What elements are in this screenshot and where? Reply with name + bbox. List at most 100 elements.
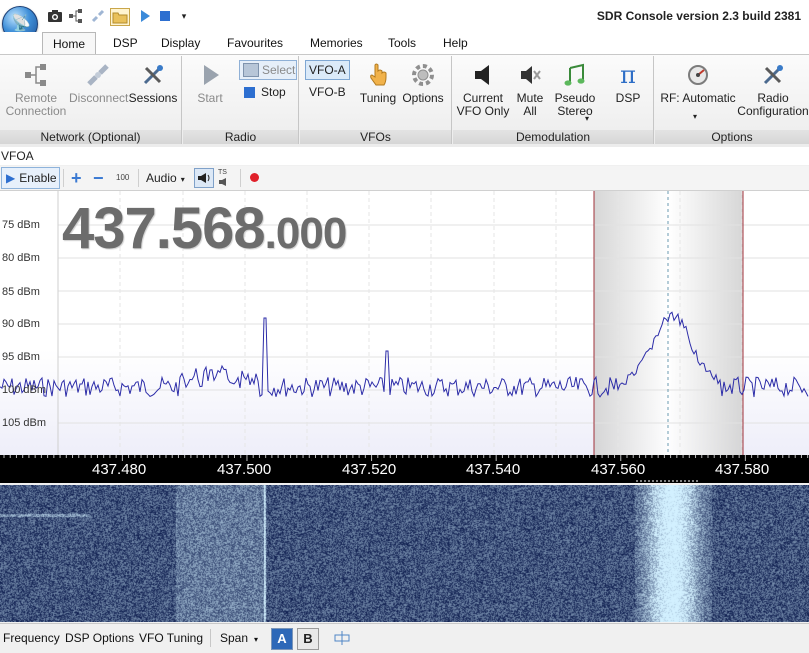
tuning-label: Tuning — [359, 91, 397, 105]
vfo-a-toggle[interactable]: A — [271, 628, 293, 650]
audio-label: Audio — [146, 171, 177, 185]
radio-configuration-button[interactable]: Radio Configuration — [737, 62, 809, 118]
vfo-b-button[interactable]: VFO-B — [306, 83, 349, 101]
ribbon-group-options: RF: Automatic ▾ Radio Configuration Opti… — [655, 56, 809, 144]
tab-memories[interactable]: Memories — [300, 32, 373, 54]
camera-icon[interactable] — [46, 8, 64, 24]
disconnect-icon[interactable] — [89, 8, 107, 24]
ribbon-group-radio: Start Select Stop Radio — [183, 56, 299, 144]
chevron-down-icon: ▾ — [254, 635, 259, 644]
tab-dsp[interactable]: DSP — [103, 32, 148, 54]
ts-label: TS — [218, 169, 227, 176]
rf-automatic-button[interactable]: RF: Automatic — [659, 62, 737, 105]
stop-square-icon — [244, 86, 255, 98]
dsp-label: DSP — [615, 91, 641, 105]
vfo-b-toggle[interactable]: B — [297, 628, 319, 650]
sessions-button[interactable]: Sessions — [128, 62, 178, 105]
speaker-muted-icon — [516, 62, 544, 88]
span-label: Span — [220, 631, 249, 645]
gauge-icon — [684, 62, 712, 88]
ruler-label: 437.500 — [217, 461, 272, 478]
ruler-label: 437.560 — [591, 461, 646, 478]
play-icon[interactable] — [136, 8, 154, 24]
dbm-label: 80 dBm — [2, 252, 40, 264]
select-button[interactable]: Select — [239, 60, 297, 80]
hand-pointer-icon — [364, 62, 392, 88]
dbm-label: 95 dBm — [2, 351, 40, 363]
waterfall-display[interactable] — [0, 485, 809, 622]
radio-configuration-label: Radio Configuration — [737, 91, 809, 118]
disconnect-button[interactable]: Disconnect — [69, 62, 129, 105]
tab-favourites[interactable]: Favourites — [217, 32, 293, 54]
network-icon[interactable] — [67, 8, 85, 24]
config-tools-icon — [759, 62, 787, 88]
span-dropdown[interactable]: Span ▾ — [220, 631, 258, 645]
toolbar-separator — [240, 169, 241, 187]
options-group-label: Options — [655, 130, 809, 144]
tab-home[interactable]: Home — [42, 32, 97, 55]
remote-connection-button[interactable]: Remote Connection — [4, 62, 68, 118]
ribbon-group-vfos: VFO-A VFO-B Tuning Options VFOs — [300, 56, 452, 144]
select-radio-icon — [243, 63, 259, 77]
start-play-icon — [196, 62, 224, 88]
sync-icon[interactable] — [333, 630, 351, 649]
window-title: SDR Console version 2.3 build 2381 — [596, 9, 801, 23]
network-group-label: Network (Optional) — [0, 130, 181, 144]
folder-icon[interactable] — [110, 8, 130, 26]
stop-label: Stop — [261, 85, 286, 99]
tab-display[interactable]: Display — [151, 32, 210, 54]
ts-speaker-icon[interactable]: TS — [218, 169, 232, 187]
vfos-group-label: VFOs — [300, 130, 451, 144]
dsp-options-tab[interactable]: DSP Options — [65, 631, 134, 645]
quick-access-dropdown-icon[interactable]: ▾ — [175, 8, 193, 24]
network-tree-icon — [22, 62, 50, 88]
disconnect-label: Disconnect — [69, 91, 129, 105]
tab-tools[interactable]: Tools — [378, 32, 426, 54]
dsp-button[interactable]: π DSP — [611, 62, 645, 105]
zoom-out-icon[interactable]: − — [93, 169, 104, 187]
select-label: Select — [262, 63, 296, 77]
vfo-a-button[interactable]: VFO-A — [305, 60, 350, 80]
start-label: Start — [197, 91, 223, 105]
rf-automatic-label: RF: Automatic — [660, 91, 736, 105]
enable-label: Enable — [19, 171, 57, 185]
ruler-label: 437.480 — [92, 461, 147, 478]
pseudo-stereo-button[interactable]: Pseudo Stereo — [550, 62, 600, 118]
stop-icon[interactable] — [156, 8, 174, 24]
frequency-fraction: .000 — [264, 209, 348, 258]
frequency-main: 437.568 — [62, 196, 266, 261]
start-button[interactable]: Start — [189, 62, 231, 105]
tuning-button[interactable]: Tuning — [357, 62, 399, 105]
dbm-label: 75 dBm — [2, 219, 40, 231]
ruler-label: 437.580 — [715, 461, 770, 478]
vfo-options-label: Options — [402, 91, 444, 105]
frequency-tab[interactable]: Frequency — [3, 631, 60, 645]
zoom-in-icon[interactable]: + — [71, 169, 82, 187]
vfo-tuning-tab[interactable]: VFO Tuning — [139, 631, 203, 645]
dbm-label: 90 dBm — [2, 318, 40, 330]
enable-button[interactable]: ▶ Enable — [1, 167, 60, 189]
mute-all-button[interactable]: Mute All — [513, 62, 547, 118]
speaker-toggle-icon[interactable] — [194, 168, 214, 188]
remote-connection-label: Remote Connection — [5, 91, 67, 118]
current-vfo-only-button[interactable]: Current VFO Only — [455, 62, 511, 118]
toolbar-separator — [63, 169, 64, 187]
gear-icon — [409, 62, 437, 88]
pseudo-stereo-label: Pseudo Stereo — [554, 91, 596, 118]
stop-button[interactable]: Stop — [241, 83, 286, 101]
sessions-label: Sessions — [128, 91, 178, 105]
frequency-readout[interactable]: 437.568.000 — [62, 195, 348, 262]
vfo-options-button[interactable]: Options — [400, 62, 446, 105]
tools-icon — [139, 62, 167, 88]
current-vfo-only-label: Current VFO Only — [456, 91, 510, 118]
tab-help[interactable]: Help — [433, 32, 478, 54]
record-icon[interactable] — [250, 173, 259, 182]
radio-group-label: Radio — [183, 130, 298, 144]
audio-dropdown[interactable]: Audio ▾ — [146, 171, 185, 185]
rf-automatic-dropdown-icon[interactable]: ▾ — [693, 112, 697, 121]
ribbon-group-demodulation: Current VFO Only Mute All Pseudo Stereo … — [453, 56, 654, 144]
enable-play-icon: ▶ — [6, 171, 16, 185]
ribbon-group-network: Remote Connection Disconnect Sessions Ne… — [0, 56, 182, 144]
pseudo-stereo-dropdown-icon[interactable]: ▾ — [585, 114, 589, 123]
plug-icon — [84, 62, 112, 88]
